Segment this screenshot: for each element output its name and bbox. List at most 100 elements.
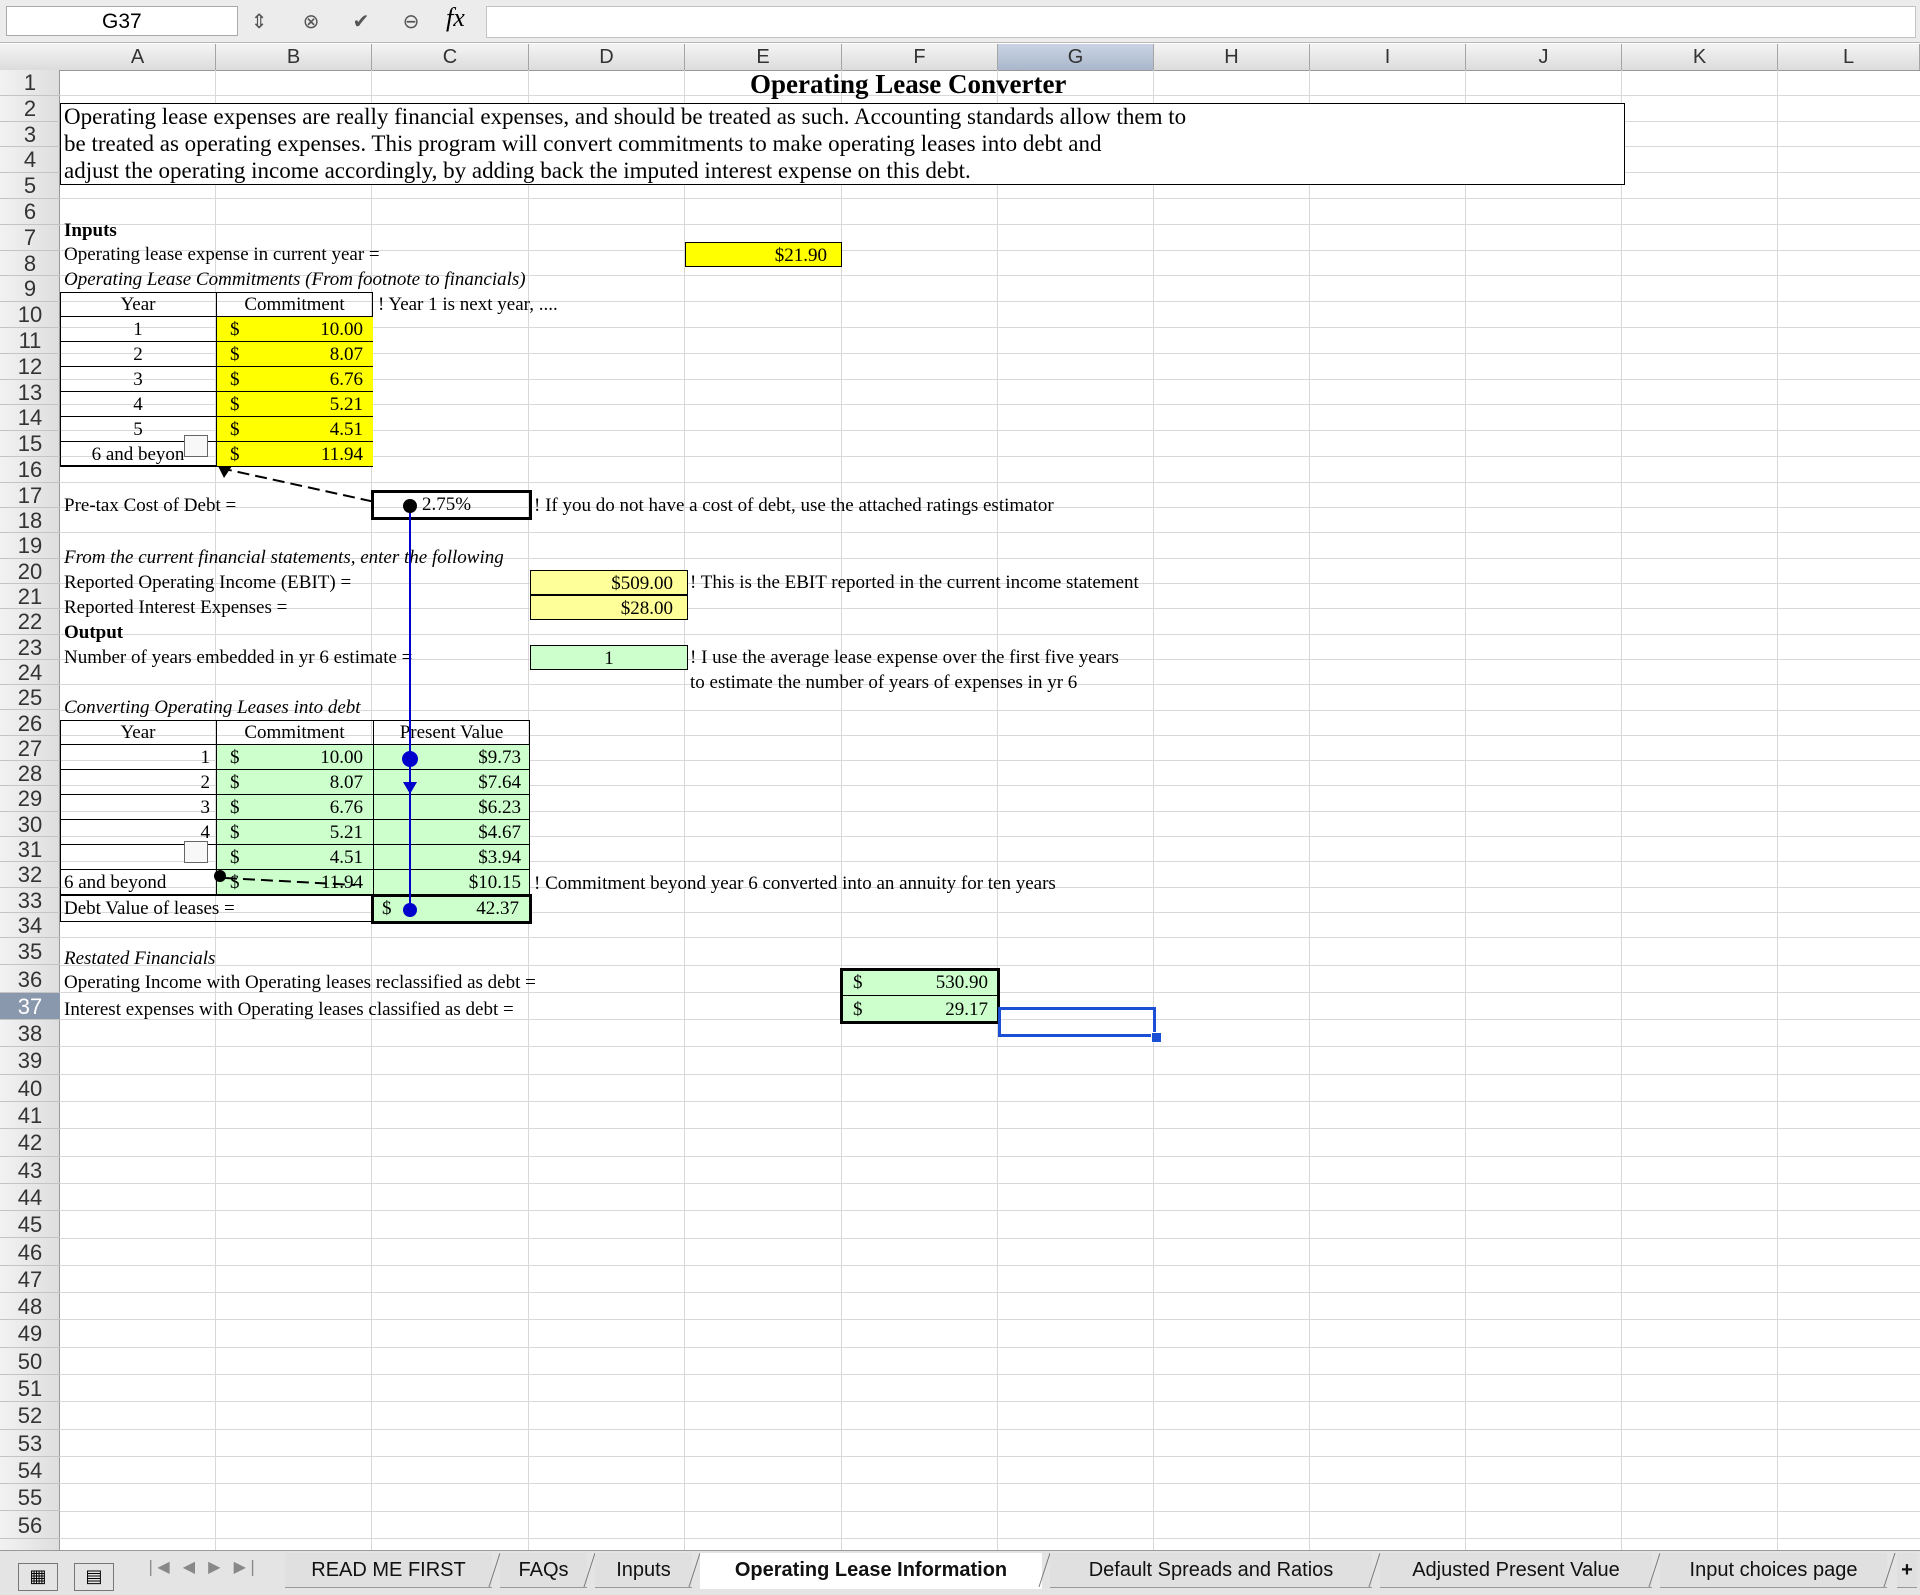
row-header-24[interactable]: 24 [0,660,60,686]
column-header-d[interactable]: D [529,44,685,70]
row-header-7[interactable]: 7 [0,225,60,251]
row-header-6[interactable]: 6 [0,199,60,225]
tab-read-me-first[interactable]: READ ME FIRST [285,1553,492,1588]
row-header-18[interactable]: 18 [0,508,60,534]
tab-nav-arrows[interactable]: |◀ ◀ ▶ ▶| [148,1557,259,1576]
selected-cell-g37[interactable] [998,1007,1156,1037]
confirm-icon[interactable]: ✔ [346,6,376,36]
fx-icon[interactable]: fx [446,3,465,33]
row-header-20[interactable]: 20 [0,559,60,584]
row-header-29[interactable]: 29 [0,786,60,812]
row-header-45[interactable]: 45 [0,1211,60,1239]
column-header-k[interactable]: K [1622,44,1778,70]
column-header-b[interactable]: B [216,44,372,70]
row-header-41[interactable]: 41 [0,1102,60,1130]
row-header-1[interactable]: 1 [0,70,60,96]
row-header-55[interactable]: 55 [0,1484,60,1512]
row-header-34[interactable]: 34 [0,913,60,939]
row-header-16[interactable]: 16 [0,457,60,483]
column-header-c[interactable]: C [372,44,529,70]
tab-operating-lease-information[interactable]: Operating Lease Information [700,1553,1042,1589]
row-header-43[interactable]: 43 [0,1157,60,1184]
row-header-21[interactable]: 21 [0,584,60,610]
fill-handle[interactable] [1151,1032,1162,1043]
years-embedded-label: Number of years embedded in yr 6 estimat… [64,647,413,668]
row-header-49[interactable]: 49 [0,1320,60,1348]
row-header-46[interactable]: 46 [0,1239,60,1266]
name-box-stepper-icon[interactable]: ⇕ [244,6,274,36]
row-header-32[interactable]: 32 [0,862,60,888]
column-header-l[interactable]: L [1778,44,1920,70]
row-header-39[interactable]: 39 [0,1047,60,1075]
row-header-37[interactable]: 37 [0,992,60,1021]
calculator-icon[interactable] [184,435,208,457]
column-header-i[interactable]: I [1310,44,1466,70]
column-header-a[interactable]: A [60,44,216,70]
row-header-28[interactable]: 28 [0,761,60,787]
row-header-17[interactable]: 17 [0,483,60,509]
row-header-12[interactable]: 12 [0,354,60,380]
row-header-31[interactable]: 31 [0,837,60,863]
row-header-35[interactable]: 35 [0,938,60,966]
calculator-icon[interactable] [184,841,208,863]
row-header-15[interactable]: 15 [0,431,60,457]
ebit-input[interactable]: $509.00 [530,570,688,595]
row-header-30[interactable]: 30 [0,812,60,837]
row-header-54[interactable]: 54 [0,1457,60,1485]
row-header-36[interactable]: 36 [0,966,60,993]
row-header-9[interactable]: 9 [0,276,60,303]
interest-input[interactable]: $28.00 [530,595,688,620]
row-header-10[interactable]: 10 [0,302,60,328]
row-header-3[interactable]: 3 [0,122,60,148]
row-header-56[interactable]: 56 [0,1512,60,1539]
tab-input-choices-page[interactable]: Input choices page [1660,1553,1887,1588]
sheet-grid[interactable]: Operating Lease Converter Operating leas… [60,69,1920,1550]
column-header-e[interactable]: E [685,44,842,70]
row-header-25[interactable]: 25 [0,685,60,711]
tab-adjusted-present-value[interactable]: Adjusted Present Value [1380,1553,1652,1588]
row-header-23[interactable]: 23 [0,635,60,660]
name-box[interactable]: G37 [6,6,238,36]
add-sheet-button[interactable]: + [1897,1553,1917,1588]
row-header-52[interactable]: 52 [0,1402,60,1430]
tab-default-spreads-and-ratios[interactable]: Default Spreads and Ratios [1050,1553,1372,1588]
page-layout-view-icon[interactable]: ▤ [74,1563,114,1591]
cost-of-debt-input[interactable]: 2.75% [371,490,532,520]
row-header-5[interactable]: 5 [0,173,60,199]
row-header-2[interactable]: 2 [0,96,60,122]
row-header-22[interactable]: 22 [0,609,60,635]
cancel-icon[interactable]: ⊗ [296,6,326,36]
column-header-j[interactable]: J [1466,44,1622,70]
grid-column-line [1465,70,1466,1550]
row-header-26[interactable]: 26 [0,711,60,736]
commitments-heading: Operating Lease Commitments (From footno… [64,269,526,290]
row-header-38[interactable]: 38 [0,1020,60,1048]
row-header-14[interactable]: 14 [0,405,60,432]
row-header-4[interactable]: 4 [0,147,60,174]
tab-inputs[interactable]: Inputs [595,1553,692,1588]
row-header-27[interactable]: 27 [0,736,60,762]
formula-input[interactable] [486,6,1916,38]
column-header-h[interactable]: H [1154,44,1310,70]
row-header-44[interactable]: 44 [0,1184,60,1212]
row-header-13[interactable]: 13 [0,380,60,406]
normal-view-icon[interactable]: ▦ [18,1563,58,1591]
row-header-11[interactable]: 11 [0,328,60,354]
row-header-42[interactable]: 42 [0,1129,60,1157]
row-header-40[interactable]: 40 [0,1075,60,1102]
lease-expense-input[interactable]: $21.90 [685,242,842,267]
column-header-g[interactable]: G [998,44,1154,70]
formula-toggle-icon[interactable]: ⊖ [396,6,426,36]
row-header-33[interactable]: 33 [0,888,60,913]
column-header-f[interactable]: F [842,44,998,70]
row-header-53[interactable]: 53 [0,1430,60,1457]
row-header-51[interactable]: 51 [0,1375,60,1403]
row-header-19[interactable]: 19 [0,533,60,559]
tab-faqs[interactable]: FAQs [500,1553,587,1588]
grid-row-line [60,1483,1920,1485]
row-header-8[interactable]: 8 [0,251,60,277]
row-header-50[interactable]: 50 [0,1348,60,1375]
row-header-48[interactable]: 48 [0,1293,60,1321]
row-header-47[interactable]: 47 [0,1266,60,1294]
conversion-year: 2 [200,772,211,793]
